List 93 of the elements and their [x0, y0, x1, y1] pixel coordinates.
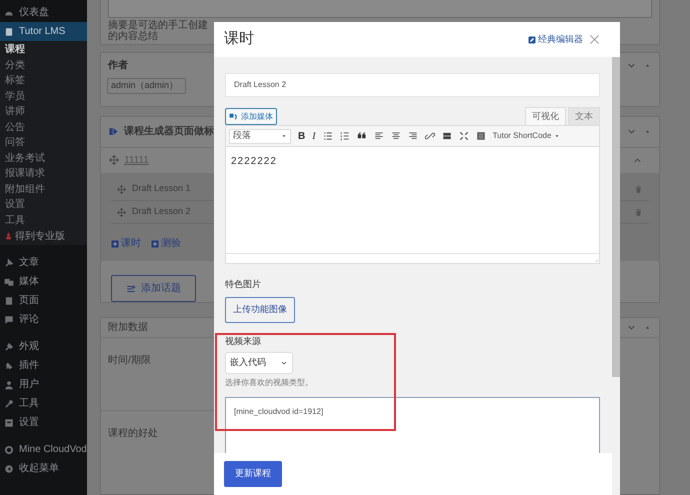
panel-title: 课程生成器页面做标: [124, 124, 214, 140]
edit-icon: [528, 36, 536, 44]
trash-icon[interactable]: [634, 208, 643, 217]
read-more-icon[interactable]: [442, 131, 452, 141]
sidebar-item[interactable]: 页面: [0, 291, 87, 310]
page-icon: [4, 296, 14, 306]
wrench-icon: [4, 398, 14, 408]
quote-icon[interactable]: [356, 131, 367, 141]
align-right-icon[interactable]: [408, 131, 418, 141]
classic-editor-link[interactable]: 经典编辑器: [528, 32, 583, 46]
editor-tab[interactable]: 文本: [568, 107, 600, 125]
sidebar-item[interactable]: Tutor LMS: [0, 22, 87, 41]
modal-title: 课时: [224, 29, 254, 50]
gear-icon: [4, 444, 14, 454]
plus-square-icon: [151, 240, 159, 248]
pin-icon: [4, 258, 14, 268]
sidebar-item[interactable]: 插件: [0, 356, 87, 375]
update-course-button[interactable]: 更新课程: [224, 461, 282, 487]
user-icon: [4, 380, 14, 390]
section-label: 特色图片: [225, 278, 262, 291]
media-icon: [4, 276, 14, 286]
sidebar-item[interactable]: 仪表盘: [0, 3, 87, 22]
content-text: 2222222: [231, 156, 277, 167]
add-list-icon: [126, 284, 136, 294]
close-icon[interactable]: [589, 34, 600, 45]
submenu-item[interactable]: 标签: [0, 73, 87, 88]
help-text: 选择你喜欢的视频类型。: [225, 377, 314, 389]
plus-square-icon: [111, 240, 119, 248]
fullscreen-icon[interactable]: [458, 131, 469, 141]
panel-title: 附加数据: [108, 320, 148, 335]
submenu-item[interactable]: 设置: [0, 197, 87, 212]
panel-title: 作者: [108, 58, 128, 73]
upgrade-link[interactable]: 得到专业版: [0, 228, 87, 244]
bullet-list-icon[interactable]: [322, 131, 333, 141]
toolbar-toggle-icon[interactable]: [476, 131, 486, 141]
excerpt-textarea[interactable]: [108, 0, 652, 18]
submenu-item[interactable]: 工具: [0, 212, 87, 228]
flame-icon: [4, 231, 13, 241]
upload-image-button[interactable]: 上传功能图像: [225, 296, 295, 322]
sidebar-item[interactable]: 收起菜单: [0, 459, 87, 478]
move-icon[interactable]: [117, 208, 126, 217]
submenu-item[interactable]: 问答: [0, 135, 87, 150]
sidebar-item[interactable]: 工具: [0, 394, 87, 413]
format-select[interactable]: 段落: [229, 128, 291, 144]
builder-icon: [108, 126, 119, 138]
media-icon: [229, 112, 238, 121]
link-icon[interactable]: [424, 131, 435, 141]
video-source-select[interactable]: 嵌入代码: [225, 352, 293, 374]
editor-tab[interactable]: 可视化: [525, 107, 566, 125]
add-media-button[interactable]: 添加媒体: [225, 108, 277, 125]
brush-icon: [4, 342, 14, 352]
scrollbar-thumb[interactable]: [612, 57, 620, 377]
submenu-item[interactable]: 附加组件: [0, 182, 87, 197]
excerpt-help-text: 摘要是可选的手工创建的内容总结: [108, 20, 208, 42]
section-label: 视频来源: [225, 334, 262, 348]
field-label: 时间/期限: [108, 355, 151, 366]
settings-icon: [4, 418, 14, 428]
plug-icon: [4, 360, 14, 370]
submenu-item[interactable]: 分类: [0, 58, 87, 73]
numbered-list-icon[interactable]: [340, 131, 350, 141]
shortcode-menu[interactable]: Tutor ShortCode: [492, 130, 560, 142]
sidebar-item[interactable]: 文章: [0, 253, 87, 272]
embed-code-field[interactable]: [mine_cloudvod id=1912]: [225, 397, 600, 455]
sidebar-item[interactable]: 用户: [0, 375, 87, 394]
editor-content[interactable]: 2222222: [226, 147, 599, 253]
submenu-item[interactable]: 讲师: [0, 104, 87, 120]
comment-icon: [4, 314, 14, 324]
book-icon: [4, 26, 14, 36]
italic-button[interactable]: I: [312, 128, 316, 144]
align-left-icon[interactable]: [374, 131, 384, 141]
lesson-title: Draft Lesson 1: [132, 182, 191, 196]
submenu-item[interactable]: 课程: [0, 42, 87, 58]
collapse-icon: [4, 464, 14, 474]
align-center-icon[interactable]: [390, 131, 401, 141]
sidebar-item[interactable]: 设置: [0, 413, 87, 432]
move-icon[interactable]: [109, 155, 119, 166]
bold-button[interactable]: B: [298, 128, 306, 144]
sidebar-item[interactable]: Mine CloudVod: [0, 440, 87, 459]
submenu-item[interactable]: 学员: [0, 88, 87, 104]
lesson-title: Draft Lesson 2: [132, 205, 191, 218]
sidebar-item[interactable]: 媒体: [0, 272, 87, 291]
dropdown-arrow-icon: [281, 133, 287, 139]
lesson-title-field[interactable]: Draft Lesson 2: [225, 73, 600, 97]
dropdown-arrow-icon: [554, 133, 560, 139]
move-icon[interactable]: [117, 184, 126, 194]
submenu-item[interactable]: 业务考试: [0, 150, 87, 166]
submenu-item[interactable]: 报课请求: [0, 166, 87, 182]
field-label: 课程的好处: [108, 428, 158, 439]
author-select[interactable]: admin（admin）: [107, 78, 186, 94]
trash-icon[interactable]: [634, 184, 643, 194]
submenu-item[interactable]: 公告: [0, 120, 87, 135]
sidebar-item[interactable]: 外观: [0, 337, 87, 356]
sidebar-item[interactable]: 评论: [0, 310, 87, 329]
